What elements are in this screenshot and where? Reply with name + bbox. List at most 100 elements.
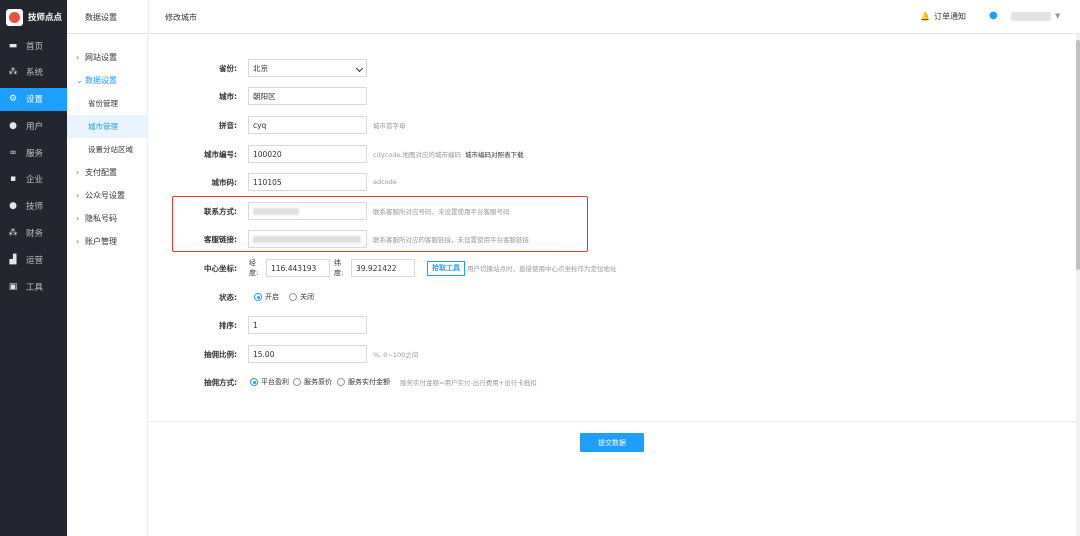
sidebar-item-technician[interactable]: ● 技师 (0, 195, 67, 218)
sidebar-item-label: 设置 (26, 95, 44, 106)
settings-subnav: › 网站设置 ⌄ 数据设置 省份管理 城市管理 设置分站区域 › 支付配置 › 公众号设… (67, 34, 148, 536)
radio-unchecked-icon (293, 378, 301, 386)
chevron-right-icon: › (76, 214, 80, 223)
link-icon: ∞ (9, 147, 17, 158)
logo-icon (6, 8, 23, 26)
pinyin-input[interactable]: cyq (248, 116, 367, 134)
page-scrollbar[interactable] (1076, 34, 1080, 536)
mode-original-price-radio[interactable]: 服务原价 (293, 377, 332, 387)
status-on-radio[interactable]: 开启 (254, 292, 279, 302)
subnav-official-account[interactable]: › 公众号设置 (67, 184, 147, 207)
sidebar-item-operations[interactable]: ▟ 运营 (0, 248, 67, 271)
service-link-label: 客服链接: (204, 234, 237, 244)
sidebar-item-label: 系统 (26, 68, 44, 79)
sidebar-item-services[interactable]: ∞ 服务 (0, 141, 67, 164)
commission-rate-input[interactable]: 15.00 (248, 345, 367, 363)
province-select[interactable]: 北京 (248, 59, 367, 77)
main-sidebar: 技师点点 ▬ 首页 ⁂ 系统 ⚙ 设置 ● 用户 ∞ 服务 ▪ 企业 ● 技师 ⁂ 财务 ▟ 运营… (0, 0, 67, 536)
sort-input[interactable]: 1 (248, 316, 367, 334)
sidebar-item-tools[interactable]: ▣ 工具 (0, 275, 67, 298)
sidebar-item-label: 技师 (26, 202, 44, 213)
user-name-redacted[interactable] (1011, 12, 1051, 21)
commission-mode-hint: 服务实付金额=用户实付-出行费用+出行卡抵扣 (400, 379, 537, 387)
city-code-hint-text: citycode,地图对应的城市编码 (373, 151, 462, 159)
radio-unchecked-icon (289, 293, 297, 301)
app-name: 技师点点 (28, 13, 63, 23)
subnav-label: 数据设置 (85, 76, 117, 85)
subnav-website-settings[interactable]: › 网站设置 (67, 46, 147, 69)
lat-input[interactable]: 39.921422 (351, 259, 415, 277)
chevron-right-icon: › (76, 168, 80, 177)
sidebar-item-finance[interactable]: ⁂ 财务 (0, 222, 67, 245)
province-value: 北京 (253, 63, 268, 73)
sidebar-item-home[interactable]: ▬ 首页 (0, 34, 67, 57)
city-label: 城市: (219, 91, 237, 101)
pinyin-label: 拼音: (219, 120, 237, 130)
status-on-label: 开启 (265, 293, 279, 301)
subnav-account-management[interactable]: › 账户管理 (67, 230, 147, 253)
subnav-label: 公众号设置 (85, 191, 125, 200)
sidebar-item-users[interactable]: ● 用户 (0, 114, 67, 137)
sidebar-item-system[interactable]: ⁂ 系统 (0, 61, 67, 84)
adcode-hint: adcode (373, 178, 397, 186)
subnav-privacy-number[interactable]: › 隐私号码 (67, 207, 147, 230)
subnav-payment-config[interactable]: › 支付配置 (67, 161, 147, 184)
mode-platform-profit-radio[interactable]: 平台盈利 (250, 377, 289, 387)
adcode-input[interactable]: 110105 (248, 173, 367, 191)
sort-label: 排序: (219, 320, 237, 330)
lng-value: 116.443193 (271, 263, 317, 273)
lat-label: 纬度: (334, 259, 344, 277)
service-link-hint: 联系客服所对应的客服链接，未设置使用平台客服链接 (373, 236, 529, 244)
user-icon: ● (9, 120, 17, 131)
city-code-input[interactable]: 100020 (248, 145, 367, 163)
scrollbar-thumb[interactable] (1076, 40, 1080, 270)
network-icon: ⁂ (8, 228, 18, 239)
chevron-down-icon[interactable]: ▼ (1055, 12, 1060, 20)
sidebar-item-label: 用户 (26, 121, 44, 132)
sidebar-item-label: 首页 (26, 41, 44, 52)
notify-label: 订单通知 (933, 12, 966, 21)
commission-rate-hint: %, 0~100之间 (373, 351, 419, 359)
chevron-right-icon: › (76, 237, 80, 246)
city-code-value: 100020 (253, 149, 282, 159)
province-label: 省份: (219, 63, 237, 73)
mode-original-price-label: 服务原价 (304, 378, 332, 386)
radio-checked-icon (254, 293, 262, 301)
subnav-data-settings[interactable]: ⌄ 数据设置 (67, 69, 147, 92)
subnav-label: 账户管理 (85, 237, 117, 246)
mode-actual-paid-label: 服务实付金额 (348, 378, 390, 386)
service-link-input[interactable] (248, 230, 367, 248)
city-code-hint: citycode,地图对应的城市编码 城市编码对照表下载 (373, 149, 524, 159)
sidebar-item-enterprise[interactable]: ▪ 企业 (0, 168, 67, 191)
sitemap-icon: ⁂ (8, 67, 18, 78)
contact-input[interactable] (248, 202, 367, 220)
city-code-download-link[interactable]: 城市编码对照表下载 (465, 151, 524, 159)
subnav-label: 支付配置 (85, 168, 117, 177)
mode-actual-paid-radio[interactable]: 服务实付金额 (337, 377, 390, 387)
adcode-value: 110105 (253, 177, 282, 187)
status-off-radio[interactable]: 关闭 (289, 292, 314, 302)
commission-rate-label: 抽佣比例: (204, 349, 237, 359)
lng-input[interactable]: 116.443193 (266, 259, 330, 277)
order-notify-button[interactable]: 🔔 订单通知 (920, 11, 966, 22)
subnav-city-management[interactable]: 城市管理 (67, 115, 147, 138)
mode-platform-profit-label: 平台盈利 (261, 378, 289, 386)
person-icon: ● (9, 201, 17, 212)
radio-unchecked-icon (337, 378, 345, 386)
chevron-down-icon: ⌄ (76, 76, 83, 85)
header-divider (148, 0, 149, 34)
sidebar-item-settings[interactable]: ⚙ 设置 (0, 87, 67, 111)
pick-tool-button[interactable]: 拾取工具 (427, 260, 465, 276)
city-input[interactable]: 朝阳区 (248, 87, 367, 105)
sort-value: 1 (253, 320, 258, 330)
submit-button[interactable]: 提交数据 (580, 433, 644, 452)
avatar-icon[interactable]: ● (989, 10, 998, 21)
top-header: 数据设置 修改城市 🔔 订单通知 ● ▼ (67, 0, 1080, 34)
subnav-substation-area[interactable]: 设置分站区域 (67, 138, 147, 161)
status-label: 状态: (219, 292, 237, 302)
sidebar-item-label: 企业 (26, 175, 44, 186)
contact-value-redacted (253, 207, 299, 215)
subnav-province-management[interactable]: 省份管理 (67, 92, 147, 115)
page-title: 修改城市 (165, 13, 197, 22)
app-logo[interactable]: 技师点点 (0, 0, 67, 34)
